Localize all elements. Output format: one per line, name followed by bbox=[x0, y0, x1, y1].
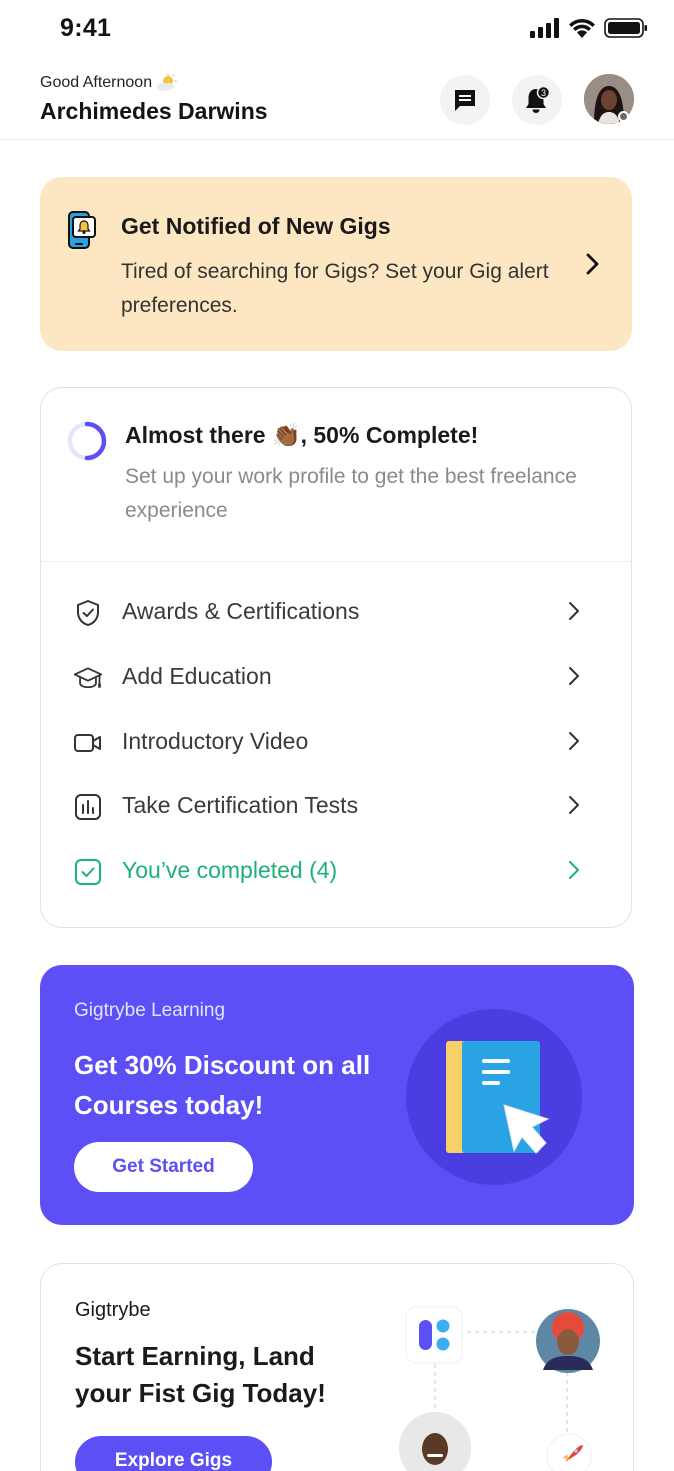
gigtrybe-logo-icon bbox=[405, 1306, 463, 1364]
bell-icon: 3 bbox=[526, 85, 551, 113]
chevron-right-icon bbox=[569, 602, 579, 620]
person-avatar bbox=[399, 1412, 471, 1471]
earn-illustration bbox=[399, 1306, 600, 1471]
task-label: Introductory Video bbox=[122, 728, 309, 754]
gig-alert-description: Tired of searching for Gigs? Set your Gi… bbox=[121, 260, 549, 317]
wifi-icon bbox=[569, 18, 595, 38]
chevron-right-icon bbox=[569, 667, 579, 685]
presence-dot bbox=[618, 111, 629, 122]
earn-title: Start Earning, Land your Fist Gig Today! bbox=[75, 1341, 326, 1408]
cellular-signal-icon bbox=[530, 18, 559, 38]
greeting: Good Afternoon bbox=[40, 74, 178, 92]
chevron-right-icon bbox=[569, 861, 579, 879]
rocket-icon bbox=[546, 1433, 592, 1471]
task-add-education[interactable]: Add Education bbox=[41, 647, 631, 707]
notifications-button[interactable]: 3 bbox=[512, 75, 562, 125]
profile-avatar-button[interactable] bbox=[584, 74, 634, 124]
promo-brand: Gigtrybe Learning bbox=[74, 1000, 226, 1021]
shield-check-icon bbox=[73, 598, 103, 628]
status-time: 9:41 bbox=[60, 14, 112, 42]
bar-chart-icon bbox=[73, 792, 103, 822]
chevron-right-icon bbox=[569, 732, 579, 750]
profile-completion-card: Almost there 👏🏾, 50% Complete! Set up yo… bbox=[40, 387, 632, 928]
person-avatar bbox=[536, 1309, 600, 1373]
graduation-cap-icon bbox=[73, 663, 103, 693]
task-label: Awards & Certifications bbox=[122, 598, 360, 624]
task-label: Take Certification Tests bbox=[122, 792, 359, 818]
notification-count: 3 bbox=[541, 88, 546, 98]
earn-brand: Gigtrybe bbox=[75, 1299, 151, 1321]
app-header: Good Afternoon Archimedes Darwins 3 bbox=[0, 60, 674, 140]
get-started-button[interactable]: Get Started bbox=[74, 1142, 253, 1192]
task-label: You’ve completed (4) bbox=[122, 857, 338, 883]
status-bar: 9:41 bbox=[0, 0, 674, 60]
divider bbox=[41, 561, 631, 562]
progress-ring bbox=[67, 421, 107, 461]
start-earning-card: Gigtrybe Start Earning, Land your Fist G… bbox=[40, 1263, 634, 1471]
battery-icon bbox=[604, 18, 647, 38]
user-name: Archimedes Darwins bbox=[40, 98, 268, 124]
book-cursor-icon bbox=[406, 1009, 582, 1185]
chevron-right-icon bbox=[586, 253, 599, 275]
task-label: Add Education bbox=[122, 663, 272, 689]
chevron-right-icon bbox=[569, 796, 579, 814]
task-awards-certifications[interactable]: Awards & Certifications bbox=[41, 582, 631, 642]
check-square-icon bbox=[73, 857, 103, 887]
progress-description: Set up your work profile to get the best… bbox=[125, 465, 577, 522]
greeting-text: Good Afternoon bbox=[40, 74, 153, 91]
partly-sunny-icon bbox=[157, 74, 177, 91]
status-icons bbox=[530, 18, 648, 38]
gig-alert-card[interactable]: Get Notified of New Gigs Tired of search… bbox=[40, 177, 632, 351]
task-introductory-video[interactable]: Introductory Video bbox=[41, 712, 631, 772]
phone-bell-icon bbox=[68, 211, 96, 249]
progress-title: Almost there 👏🏾, 50% Complete! bbox=[125, 422, 479, 448]
explore-gigs-button[interactable]: Explore Gigs bbox=[75, 1436, 272, 1471]
task-completed-items[interactable]: You’ve completed (4) bbox=[41, 841, 631, 901]
chat-icon bbox=[455, 90, 475, 111]
video-camera-icon bbox=[73, 728, 103, 758]
promo-title: Get 30% Discount on all Courses today! bbox=[74, 1050, 371, 1120]
task-certification-tests[interactable]: Take Certification Tests bbox=[41, 776, 631, 836]
gig-alert-title: Get Notified of New Gigs bbox=[121, 213, 391, 239]
messages-button[interactable] bbox=[440, 75, 490, 125]
learning-promo-card: Gigtrybe Learning Get 30% Discount on al… bbox=[40, 965, 634, 1225]
